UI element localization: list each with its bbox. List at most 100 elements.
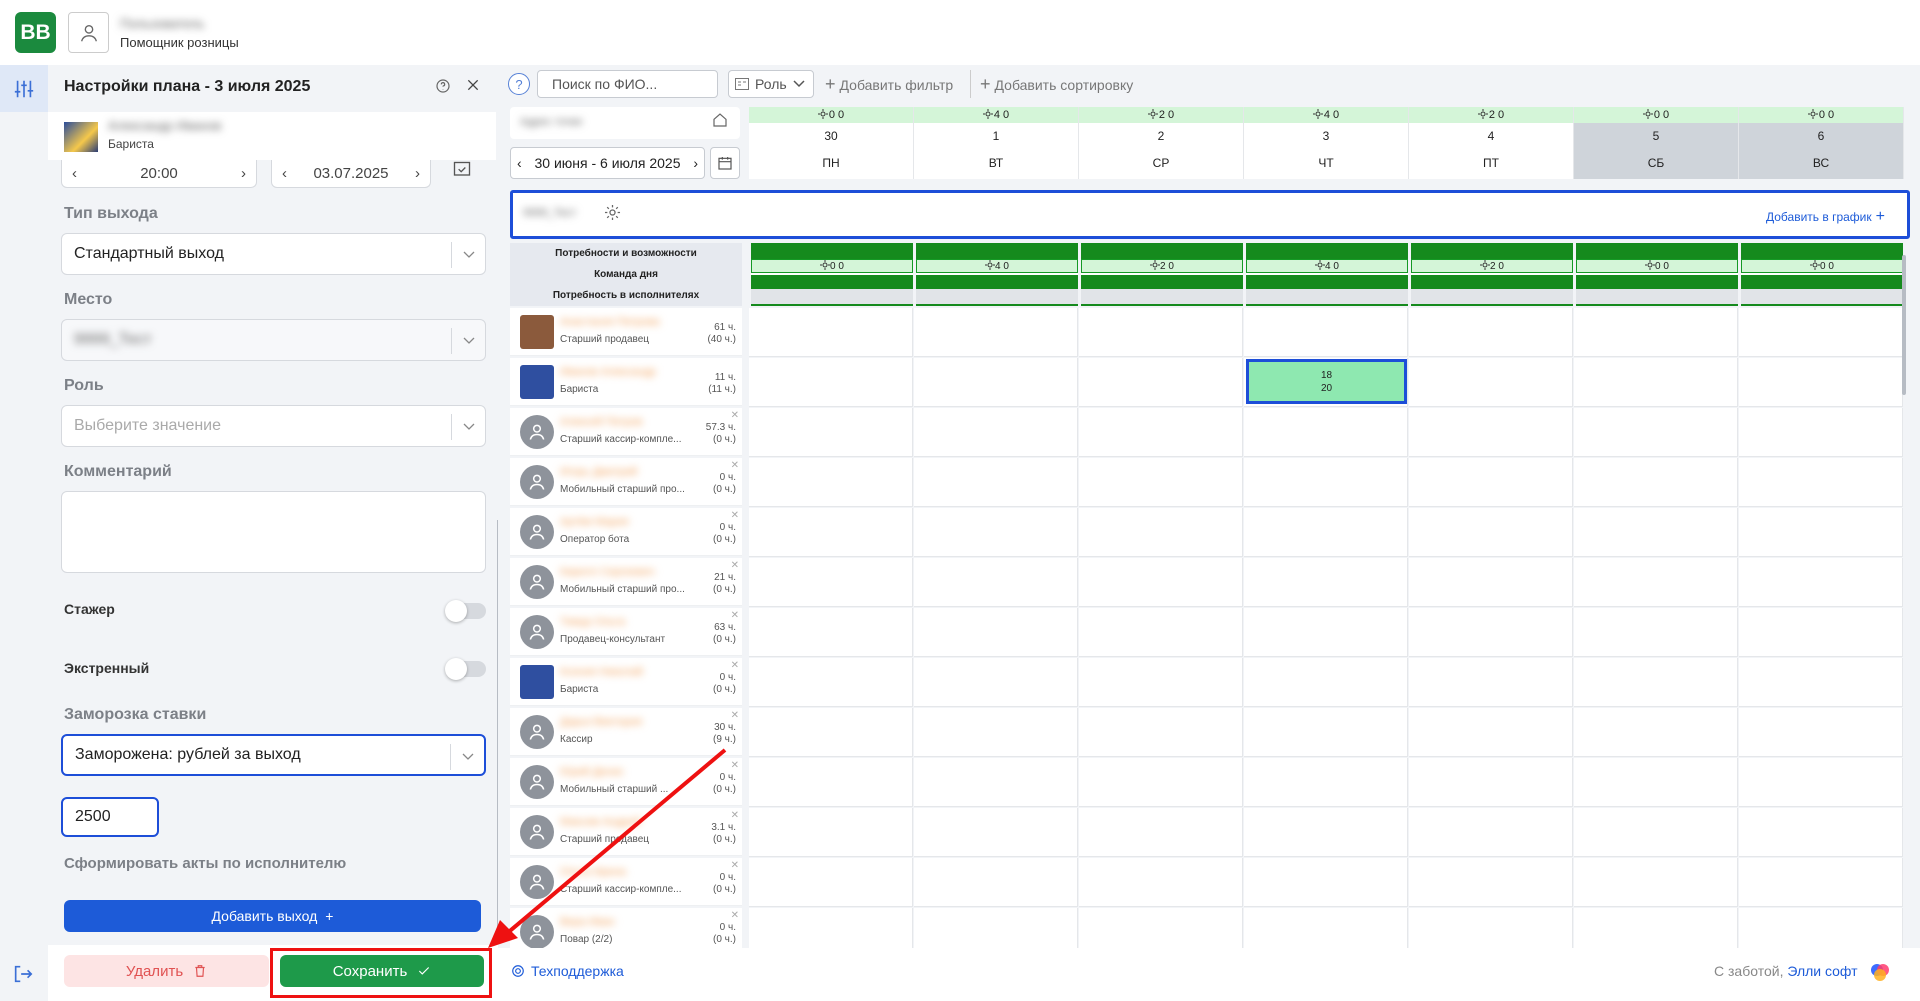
schedule-cell[interactable] (1574, 308, 1738, 357)
schedule-cell[interactable] (1244, 858, 1408, 907)
add-filter-button[interactable]: + Добавить фильтр (825, 74, 953, 95)
schedule-cell[interactable] (1574, 508, 1738, 557)
emergency-toggle[interactable] (445, 658, 486, 680)
close-icon[interactable] (465, 77, 481, 98)
schedule-cell[interactable] (914, 358, 1078, 407)
employee-name[interactable]: Алексей Петров (560, 416, 642, 428)
delete-button[interactable]: Удалить (64, 955, 269, 987)
acts-label[interactable]: Сформировать акты по исполнителю (64, 855, 346, 872)
add-shift-button[interactable]: Добавить выход + (64, 900, 481, 932)
week-selector[interactable]: ‹ 30 июня - 6 июля 2025 › (510, 147, 705, 179)
schedule-cell[interactable] (914, 658, 1078, 707)
save-button[interactable]: Сохранить (280, 955, 484, 987)
remove-icon[interactable]: ✕ (731, 710, 739, 721)
day-column-пн[interactable]: 0 0 30 ПН (749, 107, 914, 179)
schedule-cell[interactable] (914, 558, 1078, 607)
sliders-icon[interactable] (0, 65, 48, 112)
schedule-cell[interactable] (1409, 558, 1573, 607)
logout-icon[interactable] (12, 963, 34, 990)
employee-name[interactable]: Тимур Ольга (560, 616, 625, 628)
schedule-cell[interactable] (1079, 308, 1243, 357)
schedule-cell[interactable] (1079, 708, 1243, 757)
remove-icon[interactable]: ✕ (731, 660, 739, 671)
needs-cell[interactable]: 0 0 (1741, 243, 1903, 306)
schedule-cell[interactable] (1739, 758, 1903, 807)
schedule-cell[interactable] (1409, 858, 1573, 907)
schedule-cell[interactable] (914, 608, 1078, 657)
rate-input[interactable]: 2500 (61, 797, 159, 837)
home-icon[interactable] (712, 112, 728, 133)
schedule-cell[interactable] (1244, 508, 1408, 557)
schedule-cell[interactable] (749, 558, 913, 607)
schedule-cell[interactable] (1409, 308, 1573, 357)
schedule-cell[interactable] (914, 308, 1078, 357)
schedule-cell[interactable] (914, 458, 1078, 507)
support-link[interactable]: Техподдержка (511, 963, 624, 979)
schedule-cell[interactable] (749, 708, 913, 757)
schedule-cell[interactable] (1409, 408, 1573, 457)
schedule-cell[interactable] (1244, 408, 1408, 457)
schedule-cell[interactable] (914, 408, 1078, 457)
schedule-cell[interactable] (1409, 658, 1573, 707)
schedule-cell[interactable] (1244, 758, 1408, 807)
day-column-вт[interactable]: 4 0 1 ВТ (914, 107, 1079, 179)
schedule-cell[interactable] (1409, 808, 1573, 857)
schedule-cell[interactable] (1739, 408, 1903, 457)
employee-row[interactable]: Артём Мария Оператор бота 0 ч. (0 ч.) ✕ (510, 508, 742, 556)
schedule-cell[interactable] (1409, 358, 1573, 407)
calendar-icon[interactable] (710, 147, 740, 179)
time-input[interactable]: ‹ 20:00 › (61, 160, 257, 188)
chevron-left-icon[interactable]: ‹ (282, 165, 287, 182)
needs-cell[interactable]: 0 0 (1576, 243, 1738, 306)
schedule-cell[interactable] (1079, 558, 1243, 607)
schedule-cell[interactable] (1079, 508, 1243, 557)
schedule-cell[interactable] (1244, 608, 1408, 657)
search-input[interactable]: Поиск по ФИО... (537, 70, 718, 98)
schedule-cell[interactable] (1244, 708, 1408, 757)
schedule-cell[interactable] (1244, 558, 1408, 607)
place-select[interactable]: 9999_Тест (61, 319, 486, 361)
needs-cell[interactable]: 0 0 (751, 243, 913, 306)
role-filter-dropdown[interactable]: Роль (728, 70, 814, 98)
schedule-cell[interactable] (749, 858, 913, 907)
help-icon[interactable] (435, 78, 451, 99)
chevron-left-icon[interactable]: ‹ (72, 165, 77, 182)
schedule-cell[interactable] (1574, 708, 1738, 757)
schedule-cell[interactable] (914, 508, 1078, 557)
schedule-cell[interactable] (1409, 508, 1573, 557)
date-input[interactable]: ‹ 03.07.2025 › (271, 160, 431, 188)
day-column-ср[interactable]: 2 0 2 СР (1079, 107, 1244, 179)
schedule-cell[interactable] (1739, 808, 1903, 857)
schedule-cell[interactable] (1079, 458, 1243, 507)
needs-cell[interactable]: 2 0 (1081, 243, 1243, 306)
employee-name[interactable]: Кирилл Сергеевич (560, 566, 655, 578)
add-to-schedule-button[interactable]: Добавить в график + (1766, 208, 1885, 226)
employee-row[interactable]: Иванов Александр Бариста 11 ч. (11 ч.) (510, 358, 742, 406)
schedule-cell[interactable] (1574, 358, 1738, 407)
schedule-cell[interactable] (914, 708, 1078, 757)
employee-name[interactable]: Ксения Николай (560, 666, 643, 678)
employee-row[interactable]: Игорь Дмитрий Мобильный старший про... 0 ч… (510, 458, 742, 506)
schedule-cell[interactable] (1244, 808, 1408, 857)
employee-name[interactable]: Иванов Александр (560, 366, 656, 378)
employee-name[interactable]: Анастасия Петрова (560, 316, 660, 328)
schedule-cell[interactable] (1409, 608, 1573, 657)
gear-icon[interactable] (603, 203, 622, 227)
employee-name[interactable]: Игорь Дмитрий (560, 466, 637, 478)
schedule-cell[interactable] (1409, 758, 1573, 807)
schedule-cell[interactable] (1574, 658, 1738, 707)
schedule-cell[interactable] (1574, 408, 1738, 457)
calendar-check-icon[interactable] (452, 160, 472, 185)
schedule-cell[interactable] (1739, 708, 1903, 757)
employee-name[interactable]: Артём Мария (560, 516, 629, 528)
help-button[interactable]: ? (508, 73, 530, 95)
remove-icon[interactable]: ✕ (731, 510, 739, 521)
schedule-cell[interactable] (1739, 308, 1903, 357)
schedule-cell[interactable] (1079, 758, 1243, 807)
schedule-cell[interactable] (1574, 808, 1738, 857)
employee-row[interactable]: Тимур Ольга Продавец-консультант 63 ч. (0 ч… (510, 608, 742, 656)
day-column-пт[interactable]: 2 0 4 ПТ (1409, 107, 1574, 179)
schedule-cell[interactable] (749, 358, 913, 407)
remove-icon[interactable]: ✕ (731, 410, 739, 421)
schedule-cell[interactable] (749, 808, 913, 857)
